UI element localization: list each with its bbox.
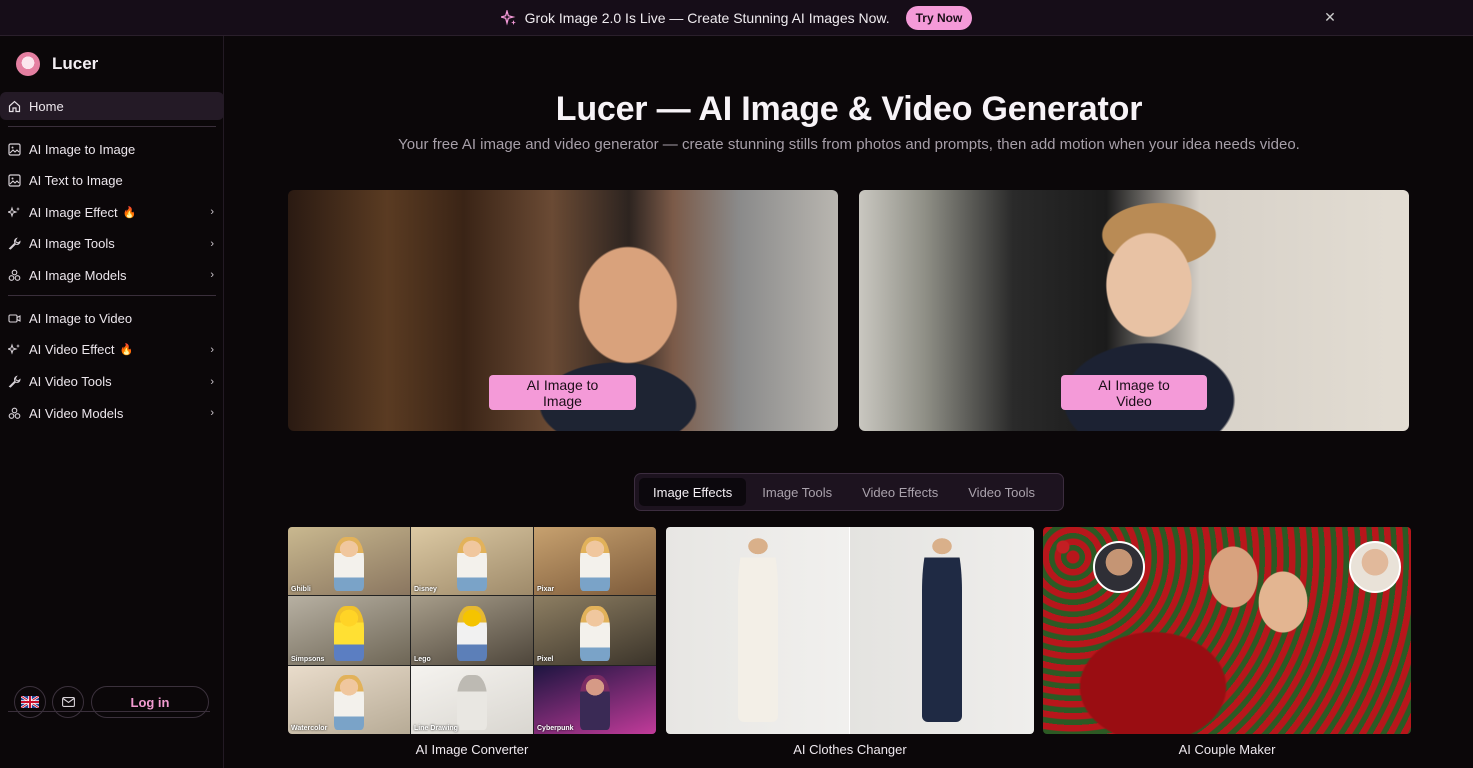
style-label: Pixar bbox=[537, 586, 555, 594]
sidebar-item-ai-video-effect[interactable]: AI Video Effect 🔥 › bbox=[0, 336, 224, 364]
style-label: Lego bbox=[414, 655, 431, 663]
brand[interactable]: Lucer bbox=[16, 52, 98, 76]
sidebar-item-ai-video-models[interactable]: AI Video Models › bbox=[0, 399, 224, 427]
banner-text: Grok Image 2.0 Is Live — Create Stunning… bbox=[524, 9, 890, 26]
divider bbox=[8, 295, 216, 297]
sidebar-nav: Home AI Image to Image AI Text to Image … bbox=[0, 92, 224, 431]
tab-video-tools[interactable]: Video Tools bbox=[954, 478, 1049, 506]
sidebar-item-label: AI Text to Image bbox=[29, 173, 123, 189]
style-tile: Watercolor bbox=[288, 665, 410, 734]
sidebar-item-ai-image-effect[interactable]: AI Image Effect 🔥 › bbox=[0, 198, 224, 226]
style-label: Ghibli bbox=[291, 586, 311, 594]
contact-button[interactable] bbox=[52, 686, 84, 718]
sidebar-item-ai-video-tools[interactable]: AI Video Tools › bbox=[0, 368, 224, 396]
tab-image-effects[interactable]: Image Effects bbox=[639, 478, 747, 506]
close-icon[interactable]: ✕ bbox=[1323, 10, 1337, 24]
sidebar: Lucer Home AI Image to Image AI Text to … bbox=[0, 36, 224, 768]
sidebar-item-ai-text-to-image[interactable]: AI Text to Image bbox=[0, 167, 224, 195]
style-label: Cyberpunk bbox=[537, 725, 574, 732]
fire-icon: 🔥 bbox=[122, 206, 137, 219]
model-after-image bbox=[850, 527, 1034, 734]
announcement-banner: Grok Image 2.0 Is Live — Create Stunning… bbox=[0, 0, 1473, 36]
style-label: Pixel bbox=[537, 655, 554, 663]
ai-image-to-image-button[interactable]: AI Image to Image bbox=[489, 375, 636, 410]
style-tile: Pixar bbox=[534, 527, 656, 596]
tab-image-tools[interactable]: Image Tools bbox=[748, 478, 846, 506]
sidebar-item-label: AI Image to Image bbox=[29, 141, 136, 157]
sidebar-item-ai-image-to-video[interactable]: AI Image to Video bbox=[0, 304, 224, 332]
effect-title[interactable]: AI Clothes Changer bbox=[666, 742, 1034, 757]
main-content: Lucer — AI Image & Video Generator Your … bbox=[225, 36, 1473, 768]
cubes-icon bbox=[8, 269, 21, 282]
chevron-right-icon: › bbox=[210, 237, 214, 250]
banner-content: Grok Image 2.0 Is Live — Create Stunning… bbox=[498, 5, 973, 30]
tab-video-effects[interactable]: Video Effects bbox=[848, 478, 952, 506]
image-icon bbox=[8, 174, 21, 187]
logo-icon bbox=[16, 52, 40, 76]
page-subtitle: Your free AI image and video generator —… bbox=[398, 136, 1300, 153]
effect-card-couple-maker[interactable] bbox=[1043, 527, 1411, 734]
sidebar-item-ai-image-tools[interactable]: AI Image Tools › bbox=[0, 230, 224, 258]
sparkles-icon bbox=[8, 343, 21, 356]
avatar bbox=[1349, 541, 1401, 593]
effect-card-clothes-changer[interactable] bbox=[666, 527, 1034, 734]
style-label: Watercolor bbox=[291, 725, 328, 732]
style-label: Disney bbox=[414, 586, 437, 594]
sidebar-item-label: AI Video Effect bbox=[29, 342, 115, 358]
sidebar-item-label: AI Image Effect bbox=[29, 204, 118, 220]
chevron-right-icon: › bbox=[210, 269, 214, 282]
category-tabs: Image Effects Image Tools Video Effects … bbox=[634, 473, 1064, 511]
login-button[interactable]: Log in bbox=[91, 686, 209, 718]
wrench-icon bbox=[8, 237, 21, 250]
hero-card-image-to-image[interactable]: AI Image to Image bbox=[288, 190, 838, 431]
avatar bbox=[1093, 541, 1145, 593]
sparkles-icon bbox=[8, 206, 21, 219]
chevron-right-icon: › bbox=[210, 375, 214, 388]
hero-card-image-to-video[interactable]: AI Image to Video bbox=[859, 190, 1409, 431]
wrench-icon bbox=[8, 375, 21, 388]
style-tile: Disney bbox=[411, 527, 533, 596]
sidebar-item-label: Home bbox=[29, 98, 64, 114]
chevron-right-icon: › bbox=[210, 206, 214, 219]
sparkle-icon bbox=[498, 8, 517, 26]
sidebar-item-ai-image-to-image[interactable]: AI Image to Image bbox=[0, 135, 224, 163]
uk-flag-icon bbox=[21, 696, 39, 708]
chevron-right-icon: › bbox=[210, 343, 214, 356]
try-now-button[interactable]: Try Now bbox=[905, 5, 973, 30]
sidebar-item-label: AI Video Models bbox=[29, 405, 124, 421]
page-title: Lucer — AI Image & Video Generator bbox=[555, 90, 1143, 128]
sidebar-item-ai-image-models[interactable]: AI Image Models › bbox=[0, 261, 224, 289]
video-icon bbox=[8, 312, 21, 325]
brand-name: Lucer bbox=[52, 54, 99, 73]
ai-image-to-video-button[interactable]: AI Image to Video bbox=[1061, 375, 1207, 410]
image-icon bbox=[8, 142, 21, 156]
style-label: Line Drawing bbox=[414, 725, 458, 732]
fire-icon: 🔥 bbox=[119, 344, 134, 357]
style-tile: Pixel bbox=[534, 596, 656, 665]
effect-card-image-converter[interactable]: Ghibli Disney Pixar Simpsons Lego Pixel … bbox=[288, 527, 656, 734]
style-tile: Ghibli bbox=[288, 527, 410, 596]
home-icon bbox=[8, 100, 21, 113]
chevron-right-icon: › bbox=[210, 407, 214, 420]
sidebar-item-home[interactable]: Home bbox=[0, 92, 224, 120]
style-grid: Ghibli Disney Pixar Simpsons Lego Pixel … bbox=[288, 527, 656, 734]
mail-icon bbox=[61, 697, 75, 707]
effect-title[interactable]: AI Image Converter bbox=[288, 742, 656, 757]
style-tile: Simpsons bbox=[288, 596, 410, 665]
divider bbox=[8, 126, 216, 127]
sidebar-item-label: AI Image Models bbox=[29, 267, 127, 283]
effect-title[interactable]: AI Couple Maker bbox=[1043, 742, 1411, 757]
sidebar-item-label: AI Image to Video bbox=[29, 310, 133, 326]
style-tile: Cyberpunk bbox=[534, 665, 656, 734]
cubes-icon bbox=[8, 407, 21, 420]
style-label: Simpsons bbox=[291, 655, 325, 663]
style-tile: Lego bbox=[411, 596, 533, 665]
language-button[interactable] bbox=[14, 686, 46, 718]
model-before-image bbox=[666, 527, 850, 734]
sidebar-item-label: AI Video Tools bbox=[29, 374, 112, 390]
style-tile: Line Drawing bbox=[411, 665, 533, 734]
sidebar-item-label: AI Image Tools bbox=[29, 236, 115, 252]
